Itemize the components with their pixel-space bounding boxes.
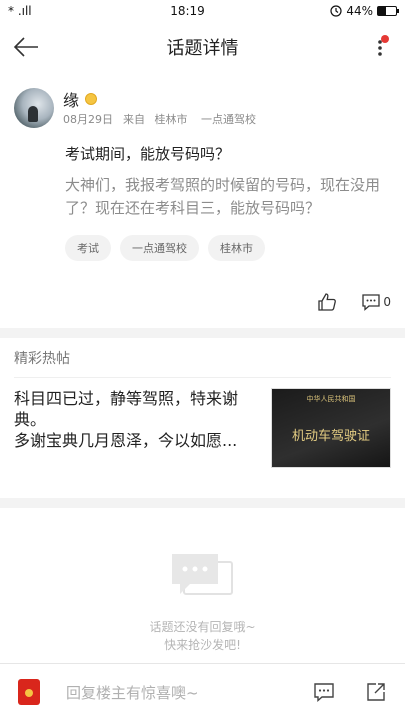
signal-indicator: * .ıll (8, 4, 88, 18)
share-icon[interactable] (365, 681, 387, 703)
thumbnail-small-text: 中华人民共和国 (306, 395, 356, 403)
author-info: 08月29日 来自 桂林市 一点通驾校 (63, 111, 256, 127)
arrow-left-icon[interactable] (12, 34, 40, 60)
hot-post-item[interactable]: 科目四已过，静等驾照，特来谢典。 多谢宝典几月恩泽，今以如愿... 中华人民共和… (14, 378, 391, 468)
comment-icon (362, 294, 381, 311)
battery-percent: 44% (346, 4, 373, 18)
author-row: 缘 08月29日 来自 桂林市 一点通驾校 (14, 88, 391, 128)
red-packet-icon[interactable] (18, 679, 40, 705)
tag-school[interactable]: 一点通驾校 (120, 235, 199, 261)
battery-fill (378, 7, 386, 15)
post-city: 桂林市 (154, 113, 188, 126)
topic-post: 缘 08月29日 来自 桂林市 一点通驾校 考试期间，能放号码吗？ 大神们，我报… (0, 72, 405, 338)
status-time: 18:19 (170, 4, 205, 18)
comment-icon[interactable] (313, 681, 335, 703)
thumbnail-title-text: 机动车驾驶证 (291, 429, 370, 444)
post-title: 考试期间，能放号码吗？ (65, 145, 231, 163)
post-actions: 0 (317, 292, 391, 312)
hot-posts-section: 精彩热帖 科目四已过，静等驾照，特来谢典。 多谢宝典几月恩泽，今以如愿... 中… (0, 338, 405, 508)
empty-replies: 话题还没有回复哦~ 快来抢沙发吧! (0, 508, 405, 668)
empty-message-1: 话题还没有回复哦~ (149, 620, 256, 634)
author-meta: 缘 08月29日 来自 桂林市 一点通驾校 (63, 88, 256, 128)
hot-posts-header: 精彩热帖 (14, 338, 391, 378)
chat-bubble-icon (171, 554, 233, 595)
hot-post-text: 科目四已过，静等驾照，特来谢典。 多谢宝典几月恩泽，今以如愿... (14, 388, 259, 468)
avatar[interactable] (14, 88, 54, 128)
hot-post-line-1: 科目四已过，静等驾照，特来谢典。 (14, 389, 239, 429)
comment-count: 0 (383, 295, 391, 309)
alarm-icon (330, 5, 342, 17)
page-title: 话题详情 (166, 38, 239, 59)
nav-bar: 话题详情 (0, 22, 405, 72)
battery-icon (377, 6, 399, 16)
level-badge-icon (85, 93, 98, 105)
hot-post-line-2: 多谢宝典几月恩泽，今以如愿... (14, 431, 238, 450)
comment-count-button[interactable]: 0 (361, 292, 391, 312)
tag-exam[interactable]: 考试 (65, 235, 111, 261)
reply-input[interactable]: 回复楼主有惊喜噢~ (66, 682, 283, 703)
tag-city[interactable]: 桂林市 (208, 235, 265, 261)
post-date: 08月29日 (63, 113, 113, 126)
post-source: 来自 桂林市 一点通驾校 (123, 111, 256, 127)
thumbs-up-icon[interactable] (317, 292, 337, 312)
post-body: 大神们，我报考驾照的时候留的号码，现在没用了？现在还在考科目三，能放号码吗？ (65, 176, 381, 217)
hot-post-thumbnail: 中华人民共和国 机动车驾驶证 (271, 388, 391, 468)
status-right: 44% (287, 4, 399, 18)
reply-bar: 回复楼主有惊喜噢~ (0, 663, 405, 720)
empty-message-2: 快来抢沙发吧! (164, 638, 241, 652)
notification-dot (381, 35, 389, 43)
tag-list: 考试 一点通驾校 桂林市 (65, 235, 391, 261)
status-bar: * .ıll 18:19 44% (0, 0, 405, 22)
author-name-line: 缘 (63, 88, 256, 110)
post-school: 一点通驾校 (201, 113, 256, 126)
signal-icon: * .ıll (8, 4, 32, 18)
author-name[interactable]: 缘 (63, 87, 79, 111)
from-label: 来自 (123, 113, 145, 126)
